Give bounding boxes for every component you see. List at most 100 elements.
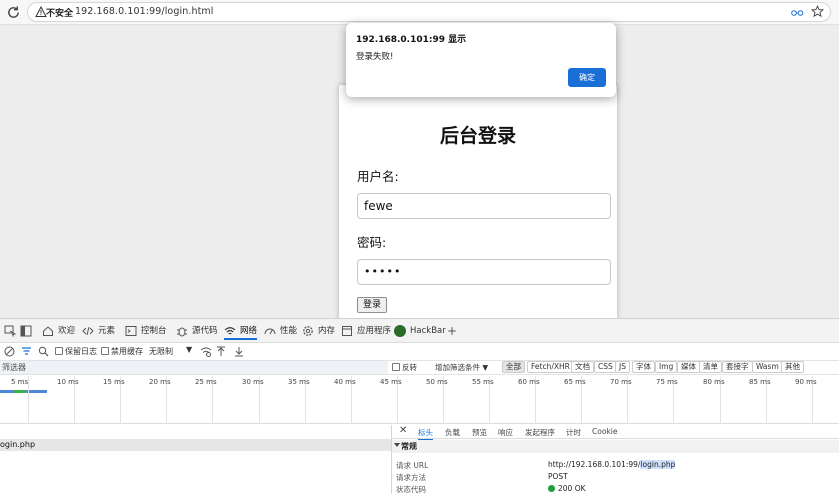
detail-tab-cookie[interactable]: Cookie bbox=[592, 427, 617, 436]
tab-welcome[interactable]: 欢迎 bbox=[42, 322, 75, 340]
more-filters-dropdown[interactable]: 增加筛选条件 ▼ bbox=[435, 362, 488, 373]
detail-tab-timing[interactable]: 计时 bbox=[566, 427, 581, 438]
status-code-key: 状态代码 bbox=[396, 485, 426, 494]
more-filters-label: 增加筛选条件 bbox=[435, 363, 480, 372]
favorite-star-icon[interactable] bbox=[811, 5, 824, 18]
throttle-select[interactable]: 无限制 bbox=[149, 346, 173, 357]
filter-chip-css[interactable]: CSS bbox=[594, 361, 617, 373]
network-conditions-icon[interactable] bbox=[200, 346, 212, 357]
invert-box[interactable] bbox=[392, 363, 400, 371]
filter-bar: 筛选器 反转 增加筛选条件 ▼ 全部 Fetch/XHR 文档 CSS JS 字… bbox=[0, 361, 839, 375]
detail-tab-initiator[interactable]: 发起程序 bbox=[525, 427, 555, 438]
filter-chip-img[interactable]: Img bbox=[655, 361, 678, 373]
console-icon bbox=[125, 326, 137, 336]
tab-application[interactable]: 应用程序 bbox=[341, 322, 391, 340]
password-label: 密码: bbox=[357, 235, 387, 250]
preserve-log-checkbox[interactable]: 保留日志 bbox=[55, 346, 97, 357]
filter-chip-font[interactable]: 字体 bbox=[632, 361, 655, 373]
timeline-tick-label: 25 ms bbox=[195, 378, 217, 386]
filter-chip-other[interactable]: 其他 bbox=[781, 361, 804, 373]
tab-memory[interactable]: 内存 bbox=[302, 322, 335, 340]
login-button[interactable]: 登录 bbox=[357, 297, 388, 313]
filter-chip-js[interactable]: JS bbox=[615, 361, 630, 373]
filter-chip-socket[interactable]: 套接字 bbox=[722, 361, 753, 373]
disable-cache-checkbox[interactable]: 禁用缓存 bbox=[101, 346, 143, 357]
timeline-tick-label: 10 ms bbox=[57, 378, 79, 386]
inspect-icon[interactable] bbox=[4, 325, 16, 337]
insecure-label[interactable]: 不安全 bbox=[46, 6, 73, 19]
clear-filter-icon[interactable] bbox=[21, 346, 32, 357]
timeline-tick-label: 85 ms bbox=[749, 378, 771, 386]
detail-tab-payload[interactable]: 负载 bbox=[445, 427, 460, 438]
tab-hackbar[interactable]: HackBar bbox=[394, 322, 446, 340]
invert-checkbox[interactable]: 反转 bbox=[392, 362, 417, 373]
collapse-caret-icon bbox=[394, 443, 400, 447]
status-code-value: 200 OK bbox=[548, 484, 586, 493]
record-stop-icon[interactable] bbox=[4, 346, 15, 357]
disable-cache-box[interactable] bbox=[101, 347, 109, 355]
timeline-tick-label: 90 ms bbox=[795, 378, 817, 386]
timeline-tick-label: 15 ms bbox=[103, 378, 125, 386]
invert-label: 反转 bbox=[402, 363, 417, 372]
detail-tabbar: ✕ 标头 负载 预览 响应 发起程序 计时 Cookie bbox=[392, 425, 839, 441]
tab-performance-label: 性能 bbox=[280, 326, 298, 336]
wifi-icon bbox=[224, 327, 236, 335]
hackbar-logo bbox=[394, 325, 406, 337]
tab-elements[interactable]: 元素 bbox=[82, 322, 115, 340]
reload-icon[interactable] bbox=[6, 5, 21, 20]
disable-cache-label: 禁用缓存 bbox=[111, 347, 143, 356]
devtools-tabbar: 欢迎 元素 控制台 源代码 网络 性能 内存 应用程序 HackBar + bbox=[0, 319, 839, 343]
tab-network-label: 网络 bbox=[240, 326, 258, 336]
code-icon bbox=[82, 326, 94, 336]
tab-performance[interactable]: 性能 bbox=[264, 322, 297, 340]
filter-chip-doc[interactable]: 文档 bbox=[571, 361, 594, 373]
tab-application-label: 应用程序 bbox=[357, 326, 392, 336]
url-box[interactable]: 不安全 192.168.0.101:99/login.html bbox=[27, 2, 831, 22]
import-har-icon[interactable] bbox=[216, 346, 226, 357]
request-url-value: http://192.168.0.101:99/login.php bbox=[548, 460, 676, 469]
filter-chip-manifest[interactable]: 清单 bbox=[699, 361, 722, 373]
request-name[interactable]: ogin.php bbox=[0, 440, 35, 449]
alert-ok-button[interactable]: 确定 bbox=[568, 68, 606, 87]
alert-title: 192.168.0.101:99 显示 bbox=[356, 35, 467, 45]
timeline-tick-label: 45 ms bbox=[380, 378, 402, 386]
export-har-icon[interactable] bbox=[234, 346, 244, 357]
close-detail-icon[interactable]: ✕ bbox=[399, 425, 407, 436]
general-section-header[interactable]: 常规 bbox=[392, 440, 839, 453]
add-tab-plus-icon[interactable]: + bbox=[447, 324, 457, 338]
tab-network[interactable]: 网络 bbox=[224, 322, 258, 340]
detail-tab-response[interactable]: 响应 bbox=[498, 427, 513, 438]
devtools-panel: 欢迎 元素 控制台 源代码 网络 性能 内存 应用程序 HackBar + 保留… bbox=[0, 318, 839, 494]
url-text[interactable]: 192.168.0.101:99/login.html bbox=[75, 6, 214, 17]
tab-sources-label: 源代码 bbox=[192, 326, 218, 336]
device-toolbar-icon[interactable] bbox=[20, 325, 32, 337]
username-label: 用户名: bbox=[357, 169, 399, 184]
detail-tab-preview[interactable]: 预览 bbox=[472, 427, 487, 438]
filter-chip-wasm[interactable]: Wasm bbox=[752, 361, 783, 373]
timeline-tick-label: 65 ms bbox=[564, 378, 586, 386]
window-icon bbox=[342, 326, 352, 336]
username-input[interactable]: fewe bbox=[357, 193, 611, 219]
tab-sources[interactable]: 源代码 bbox=[176, 322, 218, 340]
network-timeline[interactable]: 5 ms 10 ms 15 ms 20 ms 25 ms 30 ms 35 ms 40 ms 4… bbox=[0, 376, 839, 424]
timeline-bar-green bbox=[14, 390, 26, 393]
password-input[interactable]: ••••• bbox=[357, 259, 611, 285]
network-toolbar: 保留日志 禁用缓存 无限制 ▼ bbox=[0, 343, 839, 361]
filter-chip-all[interactable]: 全部 bbox=[502, 361, 525, 373]
detail-tab-headers[interactable]: 标头 bbox=[418, 427, 433, 441]
read-aloud-icon[interactable] bbox=[791, 6, 804, 18]
preserve-log-box[interactable] bbox=[55, 347, 63, 355]
tab-console[interactable]: 控制台 bbox=[125, 322, 167, 340]
request-row[interactable]: ogin.php bbox=[0, 439, 391, 451]
status-ok-icon bbox=[548, 485, 555, 492]
timeline-tick-label: 30 ms bbox=[242, 378, 264, 386]
tab-memory-label: 内存 bbox=[318, 326, 336, 336]
alert-message: 登录失败! bbox=[356, 52, 394, 62]
general-section-label: 常规 bbox=[401, 442, 417, 451]
preserve-log-label: 保留日志 bbox=[65, 347, 97, 356]
filter-chip-fetch-xhr[interactable]: Fetch/XHR bbox=[527, 361, 574, 373]
search-icon[interactable] bbox=[38, 346, 49, 357]
filter-input[interactable]: 筛选器 bbox=[0, 361, 388, 374]
throttle-dropdown-icon[interactable]: ▼ bbox=[186, 345, 192, 354]
filter-chip-media[interactable]: 媒体 bbox=[677, 361, 700, 373]
